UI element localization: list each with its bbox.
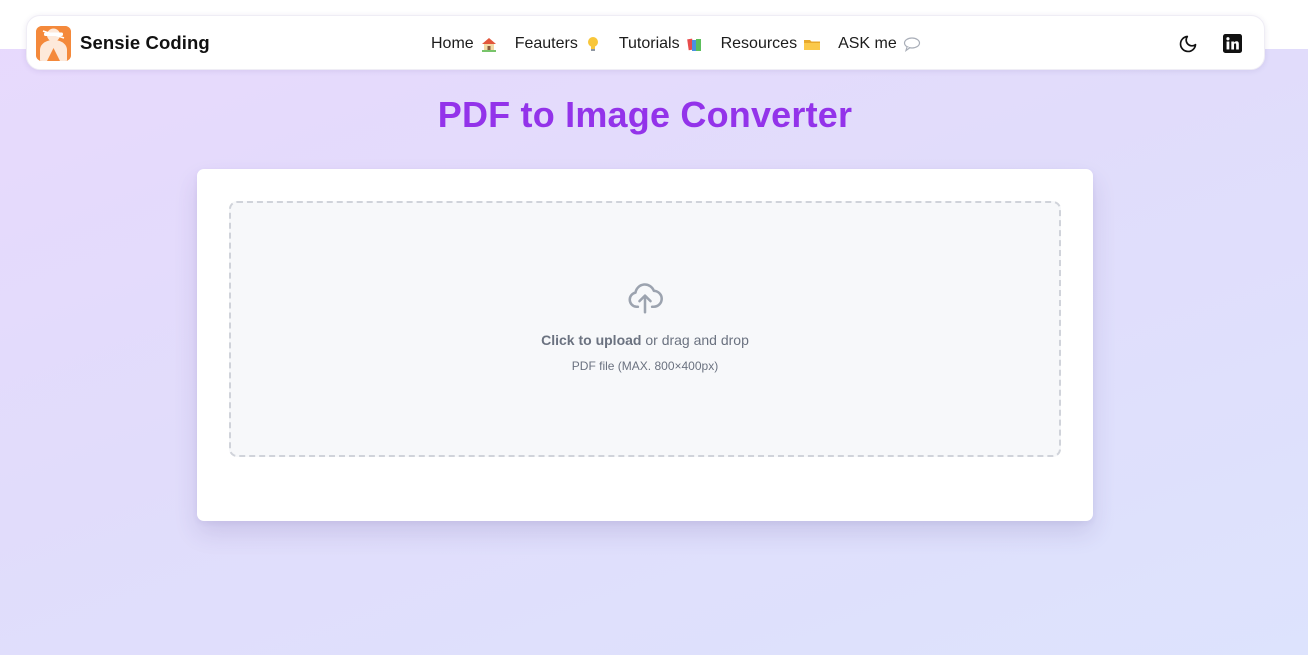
- logo: [36, 25, 71, 61]
- cloud-upload-icon: [626, 279, 664, 317]
- nav-actions: [1178, 16, 1242, 71]
- converter-card: Click to upload or drag and drop PDF fil…: [197, 169, 1093, 521]
- navbar: Sensie Coding Home Feauters Tutorials Re…: [26, 15, 1265, 70]
- nav-link-tutorials[interactable]: Tutorials: [619, 35, 704, 53]
- nav-link-resources[interactable]: Resources: [721, 35, 821, 53]
- speech-bubble-emoji-icon: [903, 35, 921, 53]
- books-emoji-icon: [686, 35, 704, 53]
- upload-action-rest: or drag and drop: [641, 332, 749, 348]
- nav-link-label: ASK me: [838, 34, 897, 52]
- nav-link-label: Home: [431, 34, 474, 52]
- folder-emoji-icon: [803, 35, 821, 53]
- upload-instructions: Click to upload or drag and drop: [231, 332, 1059, 348]
- nav-links: Home Feauters Tutorials Resources ASK me: [431, 16, 921, 71]
- nav-link-features[interactable]: Feauters: [515, 35, 602, 53]
- moon-icon[interactable]: [1178, 34, 1198, 54]
- nav-link-home[interactable]: Home: [431, 35, 498, 53]
- house-emoji-icon: [480, 35, 498, 53]
- linkedin-icon[interactable]: [1222, 34, 1242, 54]
- nav-link-label: Feauters: [514, 34, 578, 52]
- nav-link-label: Tutorials: [618, 34, 680, 52]
- lightbulb-emoji-icon: [584, 35, 602, 53]
- upload-action-label: Click to upload: [541, 332, 642, 348]
- upload-dropzone[interactable]: Click to upload or drag and drop PDF fil…: [229, 201, 1061, 457]
- nav-link-label: Resources: [720, 34, 798, 52]
- page-title: PDF to Image Converter: [437, 94, 853, 135]
- upload-hint: PDF file (MAX. 800×400px): [571, 359, 719, 373]
- brand[interactable]: Sensie Coding: [36, 25, 210, 61]
- nav-link-ask-me[interactable]: ASK me: [838, 35, 921, 53]
- brand-name: Sensie Coding: [80, 32, 210, 53]
